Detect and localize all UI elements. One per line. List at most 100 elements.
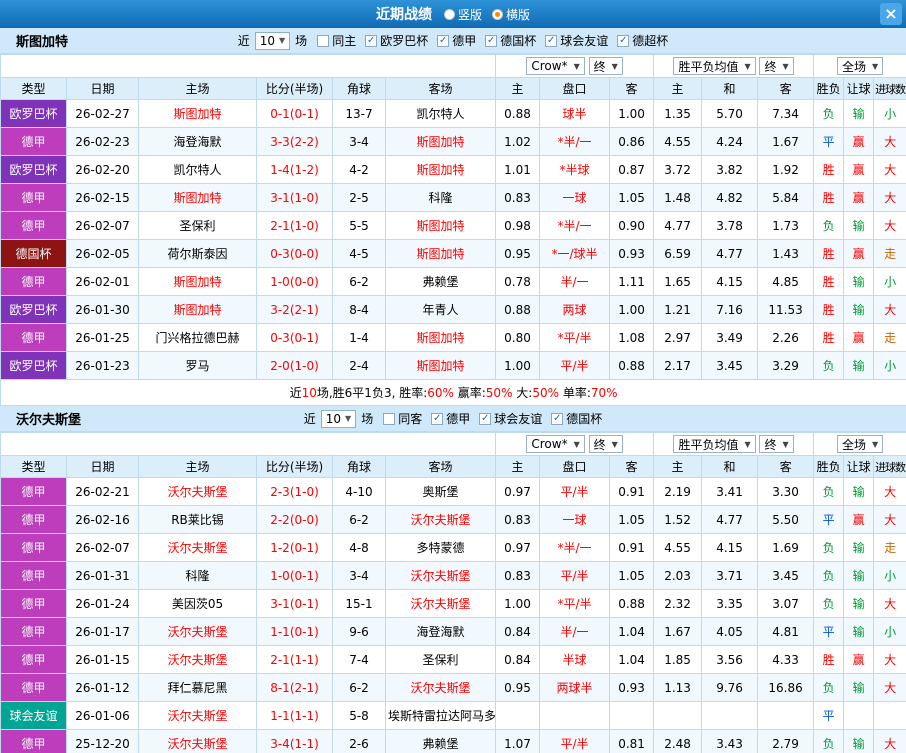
filter-checkbox-同主[interactable]: 同主	[317, 32, 356, 49]
handicap-cell	[539, 701, 611, 730]
home-team-cell: 斯图加特	[138, 267, 257, 296]
goals-result-cell: 走	[873, 323, 906, 352]
euro-draw-odds-cell: 4.82	[701, 183, 759, 212]
col-type: 类型	[0, 455, 67, 478]
chevron-down-icon: ▼	[744, 439, 751, 449]
col-euro-draw: 和	[701, 77, 759, 100]
away-team-cell: 奥斯堡	[384, 477, 497, 506]
filter-checkbox-德甲[interactable]: ✓ 德甲	[431, 410, 470, 427]
radio-selected-icon[interactable]	[492, 8, 503, 20]
handicap-result-cell: 赢	[843, 127, 875, 156]
chevron-down-icon: ▼	[872, 61, 879, 71]
filter-checkbox-球会友谊[interactable]: ✓ 球会友谊	[479, 410, 542, 427]
asia-away-odds-cell: 0.91	[609, 477, 655, 506]
result-cell: 胜	[813, 155, 845, 184]
select-value: 终	[593, 437, 606, 452]
euro-away-odds-cell	[757, 701, 815, 730]
layout-option-vertical[interactable]: 竖版	[443, 6, 482, 23]
result-cell: 胜	[813, 183, 845, 212]
filter-checkbox-德国杯[interactable]: ✓ 德国杯	[485, 32, 536, 49]
column-header-row: 类型 日期 主场 比分(半场) 角球 客场 主 盘口 客 主 和 客 胜负 让球…	[0, 77, 906, 100]
goals-result-cell: 小	[873, 617, 906, 646]
filter-checkbox-欧罗巴杯[interactable]: ✓ 欧罗巴杯	[365, 32, 428, 49]
europe-odds-select[interactable]: 胜平负均值 ▼	[673, 435, 756, 453]
checkbox-checked-icon[interactable]: ✓	[545, 34, 558, 47]
filter-checkbox-德超杯[interactable]: ✓ 德超杯	[617, 32, 668, 49]
col-handicap: 盘口	[539, 77, 611, 100]
close-icon[interactable]: ×	[880, 3, 902, 25]
odds-stage-select[interactable]: 终 ▼	[588, 57, 623, 75]
handicap-result-cell: 输	[843, 533, 875, 562]
handicap-result-cell: 赢	[843, 183, 875, 212]
euro-odds-filters: 胜平负均值 ▼ 终 ▼	[653, 432, 815, 456]
scope-select[interactable]: 全场 ▼	[837, 57, 884, 75]
checkbox-checked-icon[interactable]: ✓	[551, 412, 564, 425]
away-team-cell: 斯图加特	[384, 323, 497, 352]
away-team-cell: 斯图加特	[384, 155, 497, 184]
checkbox-checked-icon[interactable]: ✓	[617, 34, 630, 47]
home-team-cell: 沃尔夫斯堡	[138, 645, 257, 674]
match-count-select[interactable]: 10 ▼	[320, 409, 357, 428]
checkbox-checked-icon[interactable]: ✓	[365, 34, 378, 47]
filter-checkbox-label: 同客	[398, 412, 423, 426]
europe-stage-select[interactable]: 终 ▼	[759, 435, 794, 453]
filter-checkbox-label: 同主	[332, 34, 357, 48]
summary-part: 50%	[485, 386, 513, 400]
odds-company-select[interactable]: Crow* ▼	[526, 57, 585, 75]
layout-option-horizontal[interactable]: 横版	[492, 6, 530, 23]
asia-away-odds-cell: 0.93	[609, 239, 655, 268]
section-controls: 近 10 ▼ 场 同主 ✓ 欧罗巴杯 ✓ 德甲 ✓ 德国杯 ✓ 球会友谊 ✓ 德超杯	[238, 31, 668, 50]
corners-cell: 8-4	[332, 295, 386, 324]
checkbox-checked-icon[interactable]: ✓	[437, 34, 450, 47]
match-row: 德国杯 26-02-05 荷尔斯泰因 0-3(0-0) 4-5 斯图加特 0.95 *一/球半…	[0, 239, 906, 268]
col-handicap: 盘口	[539, 455, 611, 478]
checkbox-checked-icon[interactable]: ✓	[431, 412, 444, 425]
home-team-cell: 荷尔斯泰因	[138, 239, 257, 268]
euro-away-odds-cell: 4.81	[757, 617, 815, 646]
filter-checkbox-德国杯[interactable]: ✓ 德国杯	[551, 410, 602, 427]
away-team-cell: 圣保利	[384, 645, 497, 674]
section-wolfsburg: 沃尔夫斯堡 近 10 ▼ 场 同客 ✓ 德甲 ✓ 球会友谊 ✓ 德国杯 Crow…	[0, 406, 906, 753]
filter-checkbox-球会友谊[interactable]: ✓ 球会友谊	[545, 32, 608, 49]
euro-draw-odds-cell: 3.56	[701, 645, 759, 674]
col-score: 比分(半场)	[256, 77, 333, 100]
checkbox-checked-icon[interactable]: ✓	[479, 412, 492, 425]
filter-checkbox-同客[interactable]: 同客	[383, 410, 422, 427]
euro-draw-odds-cell: 3.41	[701, 477, 759, 506]
radio-unselected-icon[interactable]	[443, 8, 455, 20]
result-cell: 胜	[813, 239, 845, 268]
matches-table: Crow* ▼ 终 ▼ 胜平负均值 ▼ 终 ▼ 全场 ▼ 类型 日期 主场 比分(半场)	[0, 432, 906, 753]
away-team-cell: 斯图加特	[384, 127, 497, 156]
type-cell: 德甲	[0, 561, 67, 590]
asia-away-odds-cell: 1.08	[609, 323, 655, 352]
match-row: 德甲 26-02-16 RB莱比锡 2-2(0-0) 6-2 沃尔夫斯堡 0.83 一球 1.0…	[0, 505, 906, 534]
checkbox-unchecked-icon[interactable]	[383, 412, 396, 425]
away-team-cell: 埃斯特雷拉达阿马多拉	[384, 701, 497, 730]
asia-home-odds-cell: 1.07	[495, 729, 541, 753]
odds-company-select[interactable]: Crow* ▼	[526, 435, 585, 453]
summary-part: 场,胜6平1负3, 胜率:	[316, 386, 428, 400]
filter-checkbox-德甲[interactable]: ✓ 德甲	[437, 32, 476, 49]
euro-draw-odds-cell: 4.05	[701, 617, 759, 646]
handicap-result-cell: 输	[843, 99, 875, 128]
col-euro-home: 主	[653, 77, 703, 100]
handicap-cell: 半/一	[539, 617, 611, 646]
checkbox-checked-icon[interactable]: ✓	[485, 34, 498, 47]
europe-stage-select[interactable]: 终 ▼	[759, 57, 794, 75]
summary-part: 10	[301, 386, 317, 400]
checkbox-unchecked-icon[interactable]	[317, 34, 330, 47]
asia-home-odds-cell: 0.83	[495, 505, 541, 534]
euro-home-odds-cell: 1.52	[653, 505, 703, 534]
odds-stage-select[interactable]: 终 ▼	[588, 435, 623, 453]
handicap-result-cell: 输	[843, 295, 875, 324]
europe-odds-select[interactable]: 胜平负均值 ▼	[673, 57, 756, 75]
away-team-cell: 沃尔夫斯堡	[384, 589, 497, 618]
type-cell: 德甲	[0, 477, 67, 506]
match-count-select[interactable]: 10 ▼	[254, 31, 291, 50]
match-row: 德甲 26-01-24 美因茨05 3-1(0-1) 15-1 沃尔夫斯堡 1.00 *平/半…	[0, 589, 906, 618]
type-cell: 德甲	[0, 211, 67, 240]
handicap-cell: 平/半	[539, 351, 611, 380]
chevron-down-icon: ▼	[782, 61, 789, 71]
scope-select[interactable]: 全场 ▼	[837, 435, 884, 453]
home-team-cell: 凯尔特人	[138, 155, 257, 184]
